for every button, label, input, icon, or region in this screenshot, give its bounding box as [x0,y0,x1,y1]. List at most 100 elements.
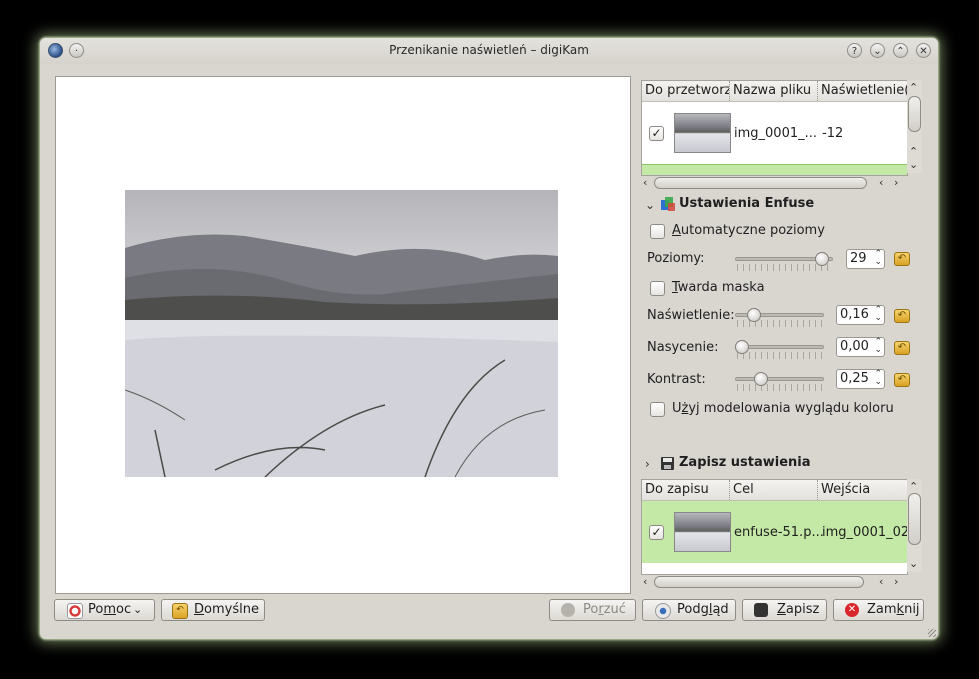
help-icon[interactable]: ? [847,43,862,58]
resize-grip-icon[interactable] [928,629,936,637]
save-button[interactable]: Zapisz [742,599,827,621]
discard-button[interactable]: Porzuć [549,599,636,621]
hard-mask-checkbox[interactable] [650,281,665,296]
row-checkbox[interactable]: ✓ [649,525,664,540]
contrast-slider-handle[interactable] [753,372,768,386]
row-thumbnail [674,512,731,552]
enfuse-icon [660,196,676,212]
scroll-left-icon[interactable]: ‹ [643,177,647,188]
scroll-down-icon[interactable]: ⌄ [909,558,918,569]
save-disk-icon [754,603,768,617]
scroll-left-icon[interactable]: ‹ [643,576,647,587]
input-table-hscrollbar[interactable]: ‹ ‹ › [641,176,906,190]
preview-area[interactable] [55,76,631,594]
exposure-value: 0,16 [840,307,869,322]
auto-levels-label[interactable]: Automatyczne poziomy [672,223,825,238]
row-target: enfuse-51.p... [734,525,824,540]
landscape-image [125,190,558,477]
output-images-table[interactable]: Do zapisu Cel Wejścia ✓ enfuse-51.p... i… [641,479,922,575]
preview-button[interactable]: Podgląd [642,599,736,621]
spin-arrows-icon[interactable]: ⌃ ⌄ [874,250,882,267]
column-header-target[interactable]: Cel [730,480,818,500]
scroll-up-icon[interactable]: ⌃ [909,82,918,93]
expand-chevron-icon[interactable]: › [645,458,650,470]
table-row[interactable]: ✓ enfuse-51.p... img_0001_02... [642,501,922,563]
discard-button-label: Porzuć [583,602,626,617]
contrast-slider-track[interactable] [735,377,824,381]
spin-arrows-icon[interactable]: ⌃ ⌄ [874,338,882,355]
column-header-save[interactable]: Do zapisu [642,480,730,500]
input-images-table[interactable]: Do przetworze Nazwa pliku Naświetlenie((… [641,80,908,176]
scroll-left-icon[interactable]: ‹ [879,576,883,587]
scroll-right-icon[interactable]: › [894,576,898,587]
row-exposure: -12 [822,126,844,141]
scrollbar-handle[interactable] [654,177,867,189]
auto-levels-checkbox[interactable] [650,224,665,239]
output-table-vscrollbar[interactable]: ⌃ ⌄ [907,479,922,572]
maximize-icon[interactable]: ⌃ [893,43,908,58]
input-table-vscrollbar[interactable]: ⌃ ⌃ ⌄ [907,80,922,173]
save-disk-icon [660,456,675,471]
preview-image [125,190,558,477]
help-button-label: Pomoc [88,602,132,617]
levels-label: Poziomy: [647,251,705,266]
contrast-value: 0,25 [840,371,869,386]
levels-value: 29 [850,251,867,266]
scroll-up-icon[interactable]: ⌃ [909,481,918,492]
scroll-right-icon[interactable]: › [894,177,898,188]
column-header-process[interactable]: Do przetworze [642,81,730,101]
close-button[interactable]: ✕ Zamknij [833,599,924,621]
ciecam-checkbox[interactable] [650,402,665,417]
help-button[interactable]: Pomoc ⌄ [54,599,155,621]
levels-slider-handle[interactable] [814,252,829,266]
contrast-reset-icon[interactable]: ↶ [894,373,910,387]
ciecam-label[interactable]: Użyj modelowania wyglądu koloru [672,401,894,416]
saturation-slider-ticks [737,352,822,359]
scrollbar-handle[interactable] [908,96,921,132]
spin-arrows-icon[interactable]: ⌃ ⌄ [874,370,882,387]
output-table-hscrollbar[interactable]: ‹ ‹ › [641,575,906,589]
close-x-icon: ✕ [845,603,859,617]
column-header-filename[interactable]: Nazwa pliku [730,81,818,101]
column-header-inputs[interactable]: Wejścia [818,480,907,500]
saturation-slider-handle[interactable] [735,340,749,354]
shade-icon[interactable]: ⌄ [870,43,885,58]
levels-spinbox[interactable]: 29 ⌃ ⌄ [846,249,885,269]
column-header-exposure[interactable]: Naświetlenie(( [818,81,907,101]
row-checkbox[interactable]: ✓ [649,126,664,141]
defaults-button-label: Domyślne [194,602,259,617]
discard-icon [561,603,575,617]
contrast-label: Kontrast: [647,372,706,387]
scroll-down-icon[interactable]: ⌄ [909,159,918,170]
levels-reset-icon[interactable]: ↶ [894,252,910,266]
title-bar[interactable]: · Przenikanie naświetleń – digiKam ? ⌄ ⌃… [40,38,938,64]
contrast-spinbox[interactable]: 0,25 ⌃ ⌄ [836,369,885,389]
spin-arrows-icon[interactable]: ⌃ ⌄ [874,306,882,323]
window-title: Przenikanie naświetleń – digiKam [389,43,589,57]
enfuse-dialog: · Przenikanie naświetleń – digiKam ? ⌄ ⌃… [40,38,938,639]
table-header: Do przetworze Nazwa pliku Naświetlenie(( [642,81,907,102]
scroll-left-icon[interactable]: ‹ [879,177,883,188]
table-row[interactable]: ✓ img_0001_... -12 [642,102,907,164]
enfuse-settings-header[interactable]: Ustawienia Enfuse [679,196,814,211]
row-thumbnail [674,113,731,153]
collapse-chevron-icon[interactable]: ⌄ [645,199,655,211]
table-header: Do zapisu Cel Wejścia [642,480,907,501]
exposure-slider-handle[interactable] [747,308,761,322]
hard-mask-label[interactable]: Twarda maska [672,280,765,295]
preview-button-label: Podgląd [677,602,729,617]
save-settings-header[interactable]: Zapisz ustawienia [679,455,811,470]
exposure-reset-icon[interactable]: ↶ [894,309,910,323]
scroll-up-icon[interactable]: ⌃ [909,146,918,157]
defaults-button[interactable]: ↶ Domyślne [161,599,265,621]
scrollbar-handle[interactable] [654,576,864,588]
exposure-spinbox[interactable]: 0,16 ⌃ ⌄ [836,305,885,325]
close-window-icon[interactable]: ✕ [916,43,931,58]
exposure-label: Naświetlenie: [647,308,735,323]
scrollbar-handle[interactable] [908,493,921,545]
reset-arrow-icon: ↶ [172,603,188,619]
saturation-spinbox[interactable]: 0,00 ⌃ ⌄ [836,337,885,357]
dropdown-chevron-icon: ⌄ [133,603,143,616]
contrast-slider-ticks [737,384,822,391]
saturation-reset-icon[interactable]: ↶ [894,341,910,355]
